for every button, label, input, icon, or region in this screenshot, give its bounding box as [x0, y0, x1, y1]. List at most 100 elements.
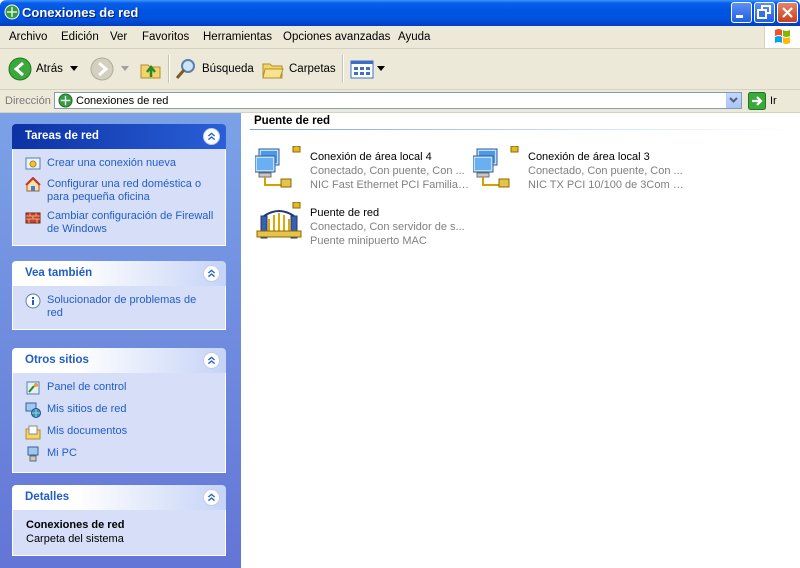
- group-divider: [250, 129, 800, 130]
- details-type: Carpeta del sistema: [26, 533, 124, 545]
- search-button[interactable]: Búsqueda: [174, 55, 254, 83]
- restore-button[interactable]: [754, 2, 775, 23]
- task-label: Mis documentos: [47, 425, 128, 437]
- toolbar: Atrás Búsqueda Carpetas: [0, 49, 800, 90]
- toolbar-separator: [168, 55, 170, 83]
- connection-item[interactable]: Conexión de área local 4 Conectado, Con …: [255, 146, 470, 198]
- views-button[interactable]: [350, 55, 385, 83]
- address-dropdown-button[interactable]: [726, 93, 741, 108]
- task-label: Cambiar configuración de Firewall de Win…: [47, 210, 214, 235]
- connection-status: Conectado, Con puente, Con ...: [310, 165, 465, 177]
- connection-item[interactable]: Puente de red Conectado, Con servidor de…: [255, 202, 470, 254]
- back-history-dropdown[interactable]: [70, 55, 78, 83]
- menu-opciones-avanzadas[interactable]: Opciones avanzadas: [283, 31, 390, 43]
- details-panel: Detalles Conexiones de red Carpeta del s…: [12, 485, 226, 556]
- task-label: Mis sitios de red: [47, 403, 127, 415]
- address-field[interactable]: Conexiones de red: [54, 92, 742, 109]
- back-label: Atrás: [36, 63, 63, 75]
- network-bridge-icon: [256, 202, 302, 239]
- title-bar[interactable]: Conexiones de red: [0, 0, 800, 26]
- close-button[interactable]: [777, 2, 798, 23]
- menu-archivo[interactable]: Archivo: [9, 31, 47, 43]
- task-create-connection[interactable]: Crear una conexión nueva: [25, 157, 215, 172]
- connection-device: NIC TX PCI 10/100 de 3Com E...: [528, 179, 688, 191]
- task-label: Configurar una red doméstica o para pequ…: [47, 178, 202, 203]
- chevron-down-icon: [70, 66, 78, 71]
- folders-icon: [262, 63, 284, 79]
- my-documents-icon: [25, 425, 41, 440]
- menu-ayuda[interactable]: Ayuda: [398, 31, 430, 43]
- network-tasks-panel: Tareas de red Crear una conexión nueva C…: [12, 124, 226, 246]
- place-my-documents[interactable]: Mis documentos: [25, 425, 215, 440]
- collapse-chevron-icon[interactable]: [203, 265, 220, 282]
- connection-name: Conexión de área local 3: [528, 151, 650, 163]
- folder-up-icon: [140, 64, 161, 79]
- new-connection-icon: [25, 157, 41, 170]
- menu-edicion[interactable]: Edición: [61, 31, 99, 43]
- forward-history-dropdown[interactable]: [121, 55, 129, 83]
- search-icon: [175, 59, 195, 79]
- details-name: Conexiones de red: [26, 519, 125, 531]
- panel-title: Vea también: [25, 267, 93, 279]
- toolbar-separator: [342, 55, 344, 83]
- go-label: Ir: [770, 95, 777, 107]
- window-title: Conexiones de red: [22, 5, 139, 20]
- task-firewall-settings[interactable]: Cambiar configuración de Firewall de Win…: [25, 210, 215, 236]
- task-label: Panel de control: [47, 381, 127, 393]
- my-computer-icon: [27, 446, 39, 462]
- menu-ver[interactable]: Ver: [110, 31, 127, 43]
- network-folder-icon: [4, 4, 20, 20]
- up-folder-button[interactable]: [139, 55, 163, 83]
- details-header[interactable]: Detalles: [12, 485, 226, 510]
- place-my-computer[interactable]: Mi PC: [25, 446, 215, 462]
- info-icon: [25, 293, 41, 309]
- other-places-panel: Otros sitios Panel de control Mis sitios…: [12, 348, 226, 473]
- content-area: Puente de red Conexión de área local 4 C…: [241, 113, 800, 568]
- folders-button[interactable]: Carpetas: [261, 55, 336, 83]
- address-value: Conexiones de red: [76, 95, 169, 107]
- back-button[interactable]: Atrás: [8, 55, 63, 83]
- go-button[interactable]: Ir: [748, 92, 777, 110]
- task-label: Mi PC: [47, 447, 77, 459]
- windows-flag-icon: [775, 29, 790, 44]
- menu-favoritos[interactable]: Favoritos: [142, 31, 189, 43]
- network-tasks-body: Crear una conexión nueva Configurar una …: [12, 149, 226, 246]
- connection-status: Conectado, Con servidor de s...: [310, 221, 465, 233]
- panel-title: Detalles: [25, 491, 70, 503]
- menu-bar: Archivo Edición Ver Favoritos Herramient…: [0, 26, 800, 49]
- forward-button[interactable]: [90, 55, 114, 83]
- chevron-down-icon: [377, 66, 385, 71]
- lan-connection-icon: [255, 146, 301, 188]
- views-icon: [350, 60, 374, 79]
- collapse-chevron-icon[interactable]: [203, 128, 220, 145]
- connection-name: Conexión de área local 4: [310, 151, 432, 163]
- connection-item[interactable]: Conexión de área local 3 Conectado, Con …: [473, 146, 688, 198]
- place-my-network-places[interactable]: Mis sitios de red: [25, 402, 215, 418]
- restore-icon: [757, 5, 771, 19]
- home-network-icon: [25, 177, 41, 192]
- place-control-panel[interactable]: Panel de control: [25, 381, 215, 396]
- address-label: Dirección: [5, 95, 51, 107]
- task-network-troubleshooter[interactable]: Solucionador de problemas de red: [25, 293, 215, 320]
- task-label: Crear una conexión nueva: [47, 157, 177, 169]
- firewall-icon: [25, 212, 41, 224]
- windows-logo: [764, 26, 800, 48]
- collapse-chevron-icon[interactable]: [203, 489, 220, 506]
- collapse-chevron-icon[interactable]: [203, 352, 220, 369]
- folders-label: Carpetas: [289, 63, 336, 75]
- address-bar: Dirección Conexiones de red Ir: [0, 90, 800, 113]
- group-title: Puente de red: [254, 115, 331, 127]
- search-label: Búsqueda: [202, 63, 254, 75]
- network-tasks-header[interactable]: Tareas de red: [12, 124, 226, 149]
- minimize-button[interactable]: [731, 2, 752, 23]
- task-home-network[interactable]: Configurar una red doméstica o para pequ…: [25, 177, 215, 204]
- connection-name: Puente de red: [310, 207, 380, 219]
- menu-herramientas[interactable]: Herramientas: [203, 31, 272, 43]
- panel-title: Tareas de red: [25, 130, 99, 142]
- see-also-panel: Vea también Solucionador de problemas de…: [12, 261, 226, 330]
- see-also-header[interactable]: Vea también: [12, 261, 226, 286]
- chevron-down-icon: [121, 66, 129, 71]
- forward-arrow-icon: [90, 57, 114, 81]
- lan-connection-icon: [473, 146, 519, 188]
- other-places-header[interactable]: Otros sitios: [12, 348, 226, 373]
